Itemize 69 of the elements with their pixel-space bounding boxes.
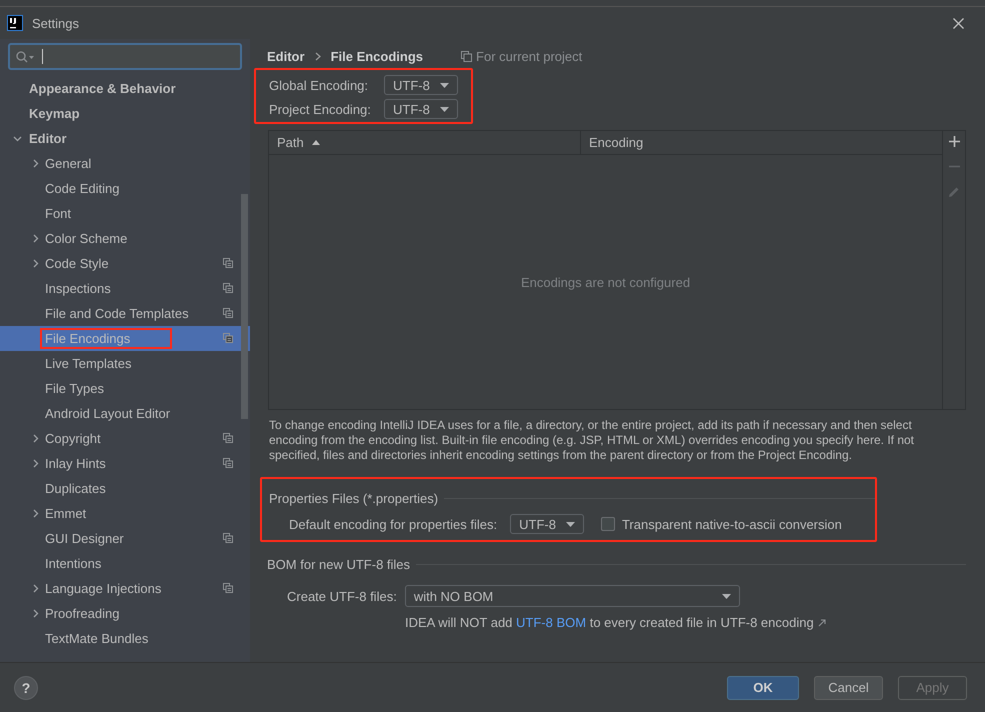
- settings-group[interactable]: Appearance & Behavior: [0, 76, 250, 101]
- chevron-right-icon: [30, 434, 40, 443]
- empty-message: Encodings are not configured: [520, 274, 690, 290]
- field-label: Project Encoding:: [269, 102, 372, 116]
- settings-group[interactable]: Editor: [0, 126, 250, 151]
- chevron-right-icon: [30, 234, 40, 243]
- external-link-icon: [818, 618, 826, 626]
- settings-group[interactable]: Keymap: [0, 101, 250, 126]
- settings-item[interactable]: Android Layout Editor: [0, 401, 250, 426]
- chevron-right-icon: [30, 584, 40, 593]
- settings-item[interactable]: General: [0, 151, 250, 176]
- field-label: Create UTF-8 files:: [287, 588, 397, 604]
- caret-icon: [440, 106, 449, 112]
- scrollbar-thumb[interactable]: [241, 194, 248, 419]
- breadcrumb-item: File Encodings: [330, 48, 424, 64]
- encoding-dropdown[interactable]: UTF-8: [510, 514, 584, 534]
- chevron-right-icon: [30, 459, 40, 468]
- settings-item[interactable]: GUI Designer: [0, 526, 250, 551]
- copy-icon: [461, 50, 472, 62]
- encoding-dropdown[interactable]: UTF-8: [384, 99, 458, 119]
- breadcrumb-item: Editor: [267, 48, 305, 64]
- settings-item[interactable]: Proofreading: [0, 601, 250, 626]
- encoding-dropdown[interactable]: UTF-8: [384, 75, 458, 95]
- native-to-ascii-checkbox[interactable]: Transparent native-to-ascii conversion: [600, 516, 842, 532]
- section-title: Properties Files (*.properties): [269, 491, 438, 506]
- settings-item[interactable]: Inspections: [0, 276, 250, 301]
- bom-link[interactable]: UTF-8 BOM: [516, 615, 586, 630]
- dialog-button[interactable]: OK: [727, 676, 799, 700]
- settings-item[interactable]: Intentions: [0, 551, 250, 576]
- field-label: Global Encoding:: [269, 78, 370, 92]
- search-icon: [16, 50, 34, 62]
- settings-item[interactable]: Emmet: [0, 501, 250, 526]
- search-field[interactable]: [8, 43, 242, 70]
- section-title: BOM for new UTF-8 files: [267, 557, 410, 572]
- close-icon[interactable]: [953, 18, 964, 28]
- chevron-right-icon: [30, 259, 40, 268]
- settings-item[interactable]: File and Code Templates: [0, 301, 250, 326]
- settings-item[interactable]: Color Scheme: [0, 226, 250, 251]
- settings-item[interactable]: Live Templates: [0, 351, 250, 376]
- settings-item[interactable]: Copyright: [0, 426, 250, 451]
- chevron-right-icon: [30, 609, 40, 618]
- settings-item[interactable]: Code Style: [0, 251, 250, 276]
- chevron-right-icon: [30, 509, 40, 518]
- dialog-button[interactable]: Cancel: [814, 676, 883, 700]
- settings-item[interactable]: File Types: [0, 376, 250, 401]
- highlight-frame: File Encodings: [42, 330, 170, 347]
- settings-item[interactable]: Code Editing: [0, 176, 250, 201]
- bom-dropdown[interactable]: with NO BOM: [404, 585, 740, 607]
- caret-icon: [440, 82, 449, 88]
- column-header[interactable]: Path: [269, 131, 580, 154]
- checkbox[interactable]: [600, 517, 615, 531]
- settings-item[interactable]: Duplicates: [0, 476, 250, 501]
- caret-icon: [722, 594, 731, 598]
- window-title: Settings: [32, 16, 79, 30]
- caret-icon: [566, 522, 575, 526]
- scope-note: For current project: [476, 48, 582, 64]
- app-logo-icon: [7, 15, 23, 31]
- settings-item[interactable]: Font: [0, 201, 250, 226]
- help-button[interactable]: ?: [14, 676, 38, 700]
- chevron-right-icon: [314, 52, 321, 60]
- settings-item[interactable]: Language Injections: [0, 576, 250, 601]
- chevron-right-icon: [30, 159, 40, 168]
- settings-item[interactable]: File Encodings: [0, 326, 250, 351]
- field-label: Default encoding for properties files:: [289, 516, 498, 532]
- bom-note: IDEA will NOT add UTF-8 BOM to every created file in UTF-8 encoding: [405, 615, 814, 630]
- description-text: To change encoding IntelliJ IDEA uses for a file, a directory, or the entire project, add its path if necessary and then select encoding from the encoding list. Built-in file encoding (e.g. JSP, HTML or XML) overrides encoding you specify here. If not specified, files and directories inherit encoding settings from the parent directory or from the Project Encoding.: [269, 418, 915, 463]
- add-icon[interactable]: [948, 136, 960, 147]
- settings-item[interactable]: TextMate Bundles: [0, 626, 250, 651]
- settings-item[interactable]: Inlay Hints: [0, 451, 250, 476]
